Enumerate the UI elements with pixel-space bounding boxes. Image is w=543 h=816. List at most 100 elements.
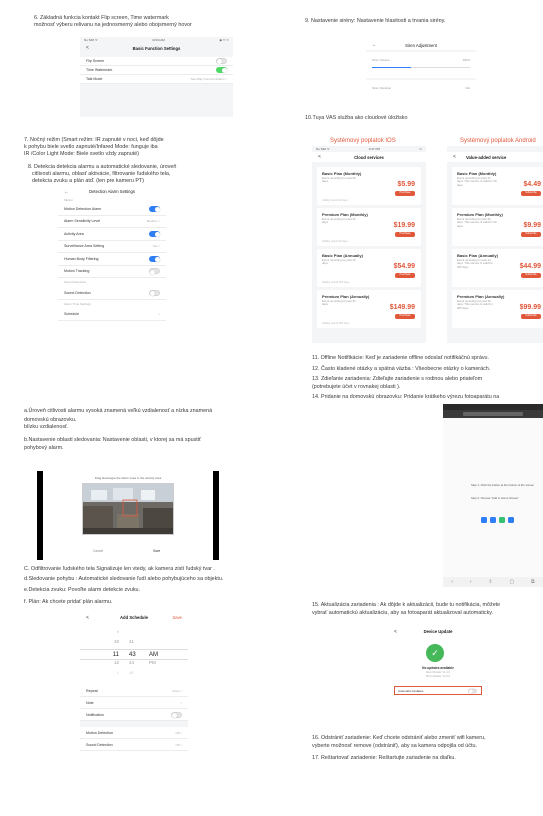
plan-card[interactable]: Basic Plan (Annually) Event recording fo… — [317, 249, 421, 287]
motion-detection-row[interactable]: Motion Detection Off > — [80, 727, 188, 739]
paragraph-7-line1: 7. Nočný režim (Smart režim: IR zapnuté … — [24, 137, 164, 143]
human-body-filtering-toggle[interactable] — [149, 255, 161, 263]
app-icon — [508, 517, 514, 523]
subscribe-button[interactable]: Subscribe — [521, 191, 541, 196]
app-icon — [490, 517, 496, 523]
subscribe-button[interactable]: Subscribe — [521, 273, 541, 278]
plan-card[interactable]: Basic Plan (Monthly) Event recording for… — [452, 167, 543, 205]
sound-detection-row[interactable]: Sound Detection — [58, 287, 166, 300]
plan-card[interactable]: Premium Plan (Monthly) Event recording f… — [317, 208, 421, 246]
back-icon[interactable]: ← — [372, 42, 377, 48]
paragraph-b-line1: b.Nastavenie oblasti sledovania: Nastave… — [24, 437, 202, 443]
bookmarks-icon[interactable]: ▢ — [509, 579, 514, 585]
siren-volume-row[interactable]: Siren Volume 100% — [366, 52, 476, 78]
paragraph-13-line2: (potrebujete účet v rovnakej oblasti ). — [312, 384, 401, 390]
motion-tracking-row[interactable]: Motion Tracking — [58, 265, 166, 278]
share-icon[interactable]: ⇪ — [488, 579, 492, 585]
repeat-row[interactable]: Repeat Once > — [80, 685, 188, 697]
mcu-module-version: MCU Module: V1.0.0 — [425, 675, 451, 678]
back-icon[interactable]: < — [394, 629, 397, 635]
cancel-button[interactable]: Cancel — [93, 549, 103, 553]
address-bar[interactable] — [443, 410, 543, 418]
row-label: Time Watermark — [86, 68, 113, 72]
automatic-updates-toggle[interactable] — [468, 688, 477, 694]
alarm-sensitivity-row[interactable]: Alarm Sensitivity Level Medium > — [58, 215, 166, 228]
note-row[interactable]: Note > — [80, 697, 188, 709]
tabs-icon[interactable]: ⧉ — [531, 579, 535, 585]
purchase-button[interactable]: Purchase — [395, 273, 415, 278]
paragraph-c: C. Odfiltrovanie ľudského tela Signalizu… — [24, 566, 215, 572]
screen-title: Detection Alarm Settings — [89, 189, 135, 194]
section-header-sound: Sound Detection — [64, 280, 87, 284]
automatic-updates-row[interactable]: Automatic Updates — [394, 686, 482, 695]
motion-detection-toggle[interactable] — [149, 205, 161, 213]
paragraph-11: 11. Offline Notifikácie: Keď je zariaden… — [312, 355, 490, 361]
subscribe-button[interactable]: Subscribe — [521, 232, 541, 237]
row-label: Motion Tracking — [64, 269, 90, 274]
time-picker[interactable]: 9 10 41 11 43 AM 12 44 PM 1 45 — [80, 623, 188, 685]
purchase-button[interactable]: Purchase — [395, 232, 415, 237]
talk-mode-row[interactable]: Talk Mode Two-Way Communication > — [80, 75, 233, 84]
motion-detection-alarm-row[interactable]: Motion Detection Alarm — [58, 203, 166, 216]
main-module-version: Main Module: V1.0.0 — [426, 671, 450, 674]
back-icon[interactable]: ← — [64, 189, 69, 195]
app-icon — [499, 517, 505, 523]
picker-hour: 9 — [116, 629, 119, 634]
plan-price: $44.99 — [519, 263, 541, 270]
back-icon[interactable]: < — [86, 615, 89, 621]
paragraph-12: 12. Často kladené otázky a spätná väzba … — [312, 366, 491, 372]
back-icon[interactable]: < — [86, 45, 89, 51]
area-hint-text: Drag Rectangle the Alarm Area in the act… — [94, 476, 162, 480]
picker-ampm — [149, 629, 159, 639]
sound-detection-row[interactable]: Sound Detection Off > — [80, 739, 188, 751]
activity-area-row[interactable]: Activity Area — [58, 228, 166, 241]
human-body-filtering-row[interactable]: Human Body Filtering — [58, 253, 166, 266]
save-button[interactable]: Save — [153, 549, 160, 553]
schedule-row[interactable]: Schedule > — [58, 308, 166, 321]
back-icon[interactable]: < — [318, 154, 321, 160]
plan-card[interactable]: Basic Plan (Monthly) Event recording for… — [317, 167, 421, 205]
back-icon[interactable]: < — [453, 154, 456, 160]
paragraph-16-line1: 16. Odstrániť zariadenie: Keď chcete ods… — [312, 735, 486, 741]
notification-toggle[interactable] — [171, 711, 182, 718]
automatic-updates-label: Automatic Updates — [398, 688, 424, 693]
time-watermark-toggle[interactable] — [216, 67, 228, 74]
siren-volume-slider[interactable] — [372, 67, 470, 68]
step-1-text: Step 1: Click the button at the bottom o… — [471, 483, 534, 487]
ios-cloud-services-screen: No SIM ᯤ 9:47 PM ▭ < Cloud services Basic … — [312, 146, 426, 343]
android-value-added-screen: < Value-added service Basic Plan (Monthl… — [447, 146, 543, 343]
picker-hour: 11 — [112, 651, 119, 658]
sound-detection-toggle[interactable] — [149, 289, 160, 297]
flip-screen-row[interactable]: Flip Screen — [80, 57, 233, 66]
siren-duration-row[interactable]: Siren Duration 10s — [366, 80, 476, 96]
nav-bar: ← Siren Adjustment — [366, 40, 476, 50]
plan-desc: Event recording for past 30 days — [322, 258, 356, 266]
plan-card[interactable]: Premium Plan (Annually) Event recording … — [452, 290, 543, 328]
forward-icon[interactable]: › — [470, 579, 472, 585]
notification-row[interactable]: Notification — [80, 709, 188, 721]
plan-price: $54.99 — [393, 263, 415, 270]
subscribe-button[interactable]: Subscribe — [521, 314, 541, 319]
back-icon[interactable]: ‹ — [451, 579, 453, 585]
plan-price: $99.99 — [519, 304, 541, 311]
time-watermark-row[interactable]: Time Watermark — [80, 66, 233, 75]
paragraph-14: 14. Pridanie na domovskú obrazovku: Prid… — [312, 394, 500, 400]
activity-area-toggle[interactable] — [149, 230, 161, 238]
surveillance-area-row[interactable]: Surveillance Area Setting Set > — [58, 240, 166, 253]
plan-card[interactable]: Premium Plan (Monthly) Event recording f… — [452, 208, 543, 246]
plan-desc: Event recording for past 30 days — [322, 217, 356, 225]
row-value: Medium > — [146, 219, 160, 224]
save-button[interactable]: Save — [172, 615, 182, 620]
plan-card[interactable]: Basic Plan (Annually) Event recording fo… — [452, 249, 543, 287]
nav-bar: < Add Schedule Save — [80, 612, 188, 623]
plan-desc: Event recording for past 14 days. This s… — [457, 258, 493, 269]
plan-card[interactable]: Premium Plan (Annually) Event recording … — [317, 290, 421, 328]
flip-screen-toggle[interactable] — [216, 58, 227, 65]
row-label: Flip Screen — [86, 59, 105, 63]
motion-tracking-toggle[interactable] — [149, 268, 160, 275]
plan-price: $4.49 — [523, 181, 541, 188]
row-value: Two-Way Communication > — [190, 77, 227, 81]
purchase-button[interactable]: Purchase — [395, 314, 415, 319]
paragraph-8-line1: 8. Detekcia detekcia alarmu a automatick… — [28, 164, 177, 170]
purchase-button[interactable]: Purchase — [395, 191, 415, 196]
